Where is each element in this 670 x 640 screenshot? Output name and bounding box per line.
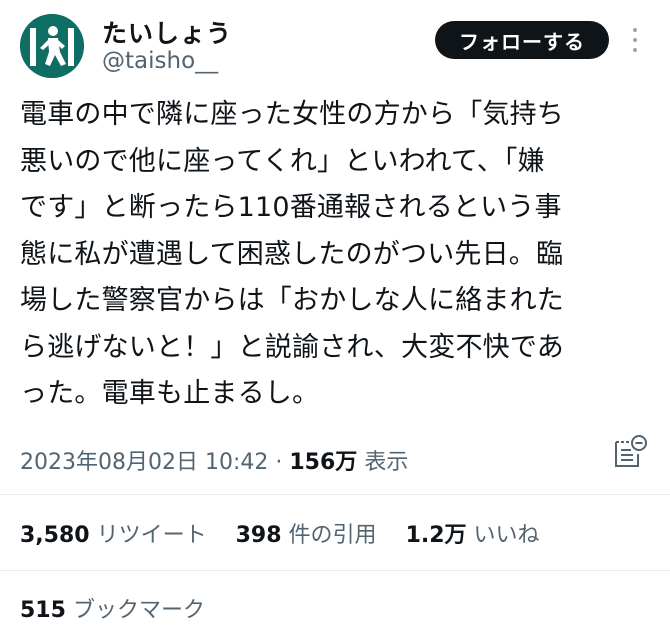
views-label: 表示 [364,450,409,475]
timestamp[interactable]: 2023年08月02日 10:42 [20,450,268,475]
likes-count[interactable]: 1.2万 [406,523,467,548]
bookmarks-stat: 515 ブックマーク [20,592,205,624]
avatar[interactable] [20,14,84,78]
dot [633,28,637,32]
document-bookmark-icon[interactable] [612,434,648,470]
divider [0,570,670,571]
retweets-label[interactable]: リツイート [97,523,207,548]
avatar-figure-icon [20,14,84,78]
tweet-text: 電車の中で隣に座った女性の方から「気持ち 悪いので他に座ってくれ」といわれて、「… [20,99,564,409]
dot [633,38,637,42]
retweets-count[interactable]: 3,580 [20,523,90,548]
bookmarks-count[interactable]: 515 [20,598,66,623]
bookmarks-label[interactable]: ブックマーク [73,598,205,623]
views-count: 156万 [289,450,358,475]
display-name[interactable]: たいしょう [102,14,232,50]
engagement-stats: 3,580 リツイート 398 件の引用 1.2万 いいね [20,517,540,549]
likes-label[interactable]: いいね [474,523,540,548]
more-dots-icon[interactable] [628,28,642,52]
tweet-meta: 2023年08月02日 10:42 · 156万 表示 [20,444,408,476]
quotes-label[interactable]: 件の引用 [289,523,377,548]
quotes-count[interactable]: 398 [236,523,282,548]
follow-button[interactable]: フォローする [435,21,609,59]
dot [633,48,637,52]
divider [0,494,670,495]
user-handle[interactable]: @taisho__ [102,48,218,74]
meta-separator: · [275,450,283,475]
